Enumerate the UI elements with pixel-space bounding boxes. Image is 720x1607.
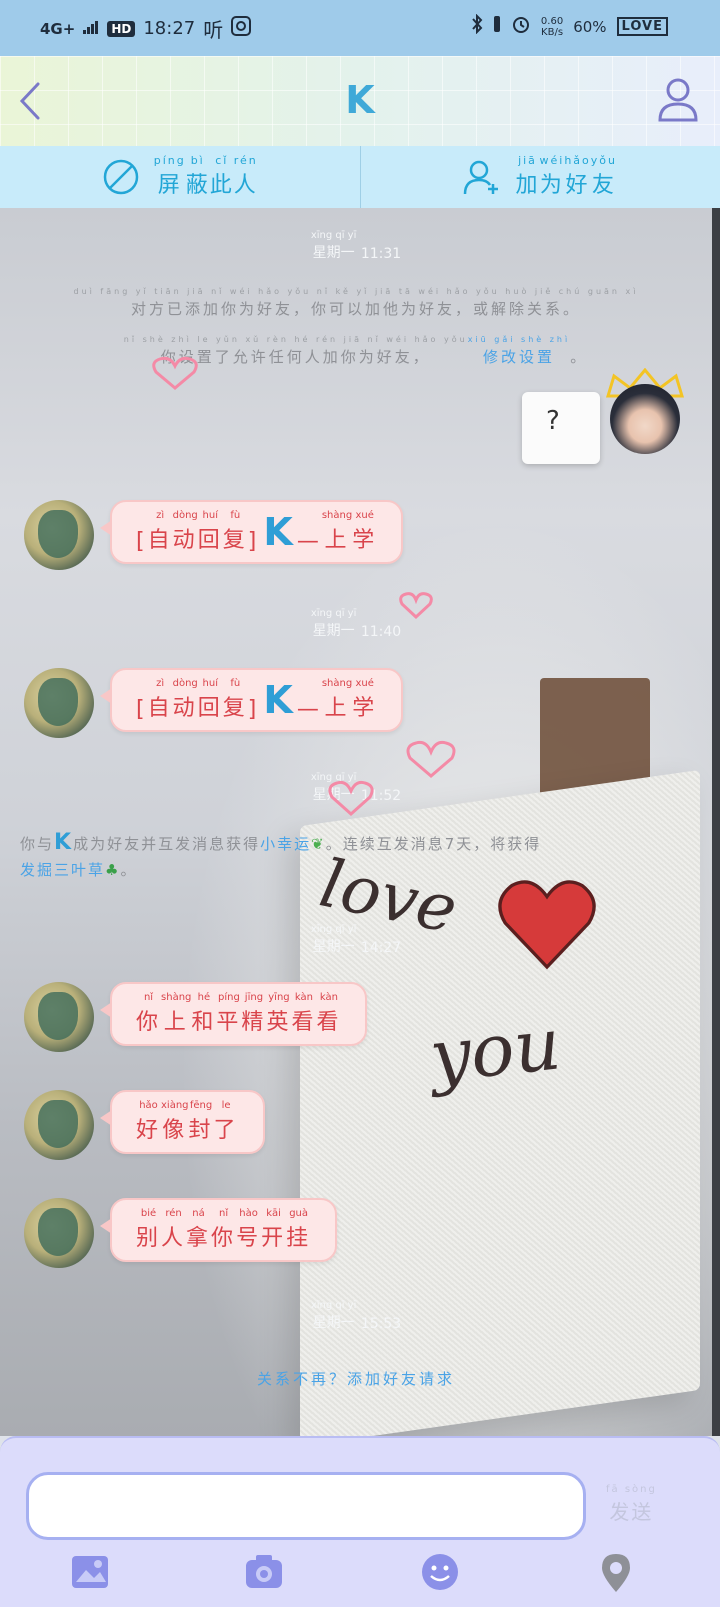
location-icon[interactable] [594,1550,638,1594]
net-speed-value: 0.60 [541,16,563,27]
system-notice-added: duì fāng yǐ tiān jiā nǐ wéi hǎo yǒu nǐ k… [20,286,692,319]
timestamp-time: 14:27 [361,940,401,956]
page-title: K [0,78,720,122]
friend-action-bar: píng屏bì蔽cǐ此rén人 jiā加wéi为hǎo好yǒu友 [0,146,720,209]
net-speed-unit: KB/s [541,27,563,38]
timestamp-time: 15:53 [361,1316,401,1332]
input-toolbar [0,1550,720,1600]
input-panel: fā sòng发送 [0,1436,720,1607]
sprout-icon: ❦ [311,835,326,853]
add-friend-button[interactable]: jiā加wéi为hǎo好yǒu友 [360,146,720,208]
timestamp-time: 11:40 [361,624,401,640]
add-friend-label: jiā加wéi为hǎo好yǒu友 [515,155,617,199]
system-notice-request: 关系不再？添加好友请求 [20,1368,692,1389]
message-input[interactable] [26,1472,586,1540]
my-avatar[interactable] [610,384,680,454]
background-heart-icon [492,868,602,978]
small-luck-link[interactable]: 小幸运 [260,835,311,853]
add-user-icon [463,158,501,196]
network-indicator: 4G+ [40,20,75,38]
image-icon[interactable] [68,1550,112,1594]
net-speed: 0.60 KB/s [541,16,563,38]
contact-avatar[interactable] [24,1198,94,1268]
send-button[interactable]: fā sòng发送 [606,1484,657,1525]
contact-avatar[interactable] [24,668,94,738]
block-user-button[interactable]: píng屏bì蔽cǐ此rén人 [0,146,360,208]
background-you-text: you [426,1001,564,1098]
system-notice-privacy: nǐ shè zhì le yǔn xǔ rèn hé rén jiā nǐ w… [20,334,692,367]
message-bubble[interactable]: nǐ你shàng上hé和píng平jīng精yīng英kàn看kàn看 [110,982,367,1046]
status-bar: 4G+ HD 18:27 听 0.60 KB/s 60% LOVE [0,0,720,56]
message-bubble[interactable]: [zì自dòng动huí回fù复]K—shàng上xué学 [110,500,403,564]
audio-indicator: 听 [203,14,223,43]
clover-icon: ♣ [105,861,120,879]
sent-sticker-message[interactable]: ? [522,392,600,464]
search-app-icon [231,16,251,41]
emoji-icon[interactable] [418,1550,462,1594]
scrollbar[interactable] [712,208,720,1436]
clock: 18:27 [143,18,195,39]
timestamp: xīng qī yī星期一 11:31 [0,230,712,262]
neon-heart-icon [398,592,434,620]
timestamp-time: 11:31 [361,246,401,262]
contact-avatar[interactable] [24,982,94,1052]
message-bubble[interactable]: hǎo好xiàng像fēng封le了 [110,1090,265,1154]
neon-heart-icon [326,780,376,818]
message-bubble[interactable]: [zì自dòng动huí回fù复]K—shàng上xué学 [110,668,403,732]
timestamp: xīng qī yī星期一 11:40 [0,608,712,640]
camera-icon[interactable] [242,1550,286,1594]
bluetooth-icon [471,14,483,39]
profile-button[interactable] [656,74,700,126]
user-icon [656,74,700,126]
modify-settings-link[interactable]: xiū gǎi shè zhì修改设置 [468,334,571,367]
chat-message-list[interactable]: love you xīng qī yī星期一 11:31 duì fāng yǐ… [0,208,712,1436]
block-icon [102,158,140,196]
timestamp: xīng qī yī星期一 15:53 [0,1300,712,1332]
neon-heart-icon [150,356,200,392]
signal-icon [83,18,99,39]
add-friend-request-link[interactable]: 关系不再？添加好友请求 [257,1370,455,1388]
chat-header: K [0,56,720,146]
hd-badge: HD [107,21,135,37]
battery-love-badge: LOVE [617,17,668,36]
alarm-icon [511,14,531,39]
block-user-label: píng屏bì蔽cǐ此rén人 [154,155,258,199]
contact-avatar[interactable] [24,500,94,570]
clover-link[interactable]: 发掘三叶草 [20,861,105,879]
timestamp: xīng qī yī星期一 14:27 [0,924,712,956]
contact-avatar[interactable] [24,1090,94,1160]
vibrate-icon [493,15,501,38]
message-bubble[interactable]: bié别rén人ná拿nǐ你hào号kāi开guà挂 [110,1198,337,1262]
system-notice-clover: 你与K成为好友并互发消息获得小幸运❦。连续互发消息7天，将获得 发掘三叶草♣。 [20,830,692,883]
battery-level: 60% [573,18,606,36]
